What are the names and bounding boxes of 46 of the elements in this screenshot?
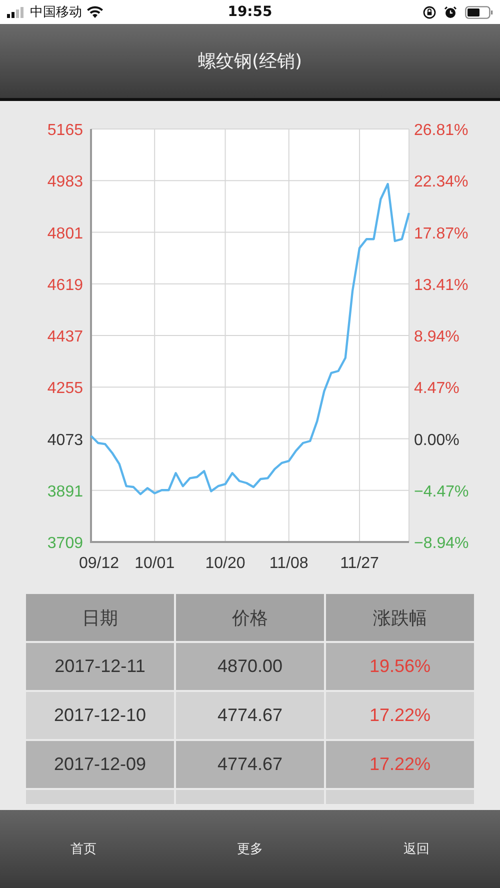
axis-label: 26.81% bbox=[414, 122, 468, 139]
table-cell: 4774.67 bbox=[176, 741, 324, 788]
nav-button[interactable]: 更多 bbox=[236, 840, 263, 858]
table-cell: 4870.00 bbox=[176, 643, 324, 690]
table-cell: 2017-12-11 bbox=[26, 643, 174, 690]
axis-label: 22.34% bbox=[414, 174, 468, 191]
axis-label: 11/08 bbox=[269, 555, 308, 572]
alarm-icon bbox=[444, 6, 457, 18]
battery-icon bbox=[464, 6, 493, 18]
column-header: 涨跌幅 bbox=[326, 594, 474, 641]
table-cell: 17.22% bbox=[326, 692, 474, 739]
axis-label: 11/27 bbox=[340, 555, 379, 572]
axis-label: 10/20 bbox=[205, 555, 246, 572]
axis-label: 4073 bbox=[47, 432, 83, 449]
table-cell: 4774.67 bbox=[176, 692, 324, 739]
axis-label: 4619 bbox=[47, 276, 83, 294]
column-header: 价格 bbox=[176, 594, 324, 641]
table-cell: 2017-12-09 bbox=[26, 741, 174, 788]
wifi-icon bbox=[87, 6, 103, 18]
nav-button[interactable]: 首页 bbox=[70, 840, 96, 858]
carrier-name: 中国移动 bbox=[30, 4, 82, 21]
column-header: 日期 bbox=[26, 594, 174, 641]
axis-label: 13.41% bbox=[414, 276, 468, 294]
axis-label: 4255 bbox=[47, 380, 83, 398]
signal-icon bbox=[7, 6, 25, 18]
axis-label: 3891 bbox=[47, 483, 83, 500]
axis-label: 4437 bbox=[47, 328, 83, 346]
axis-label: −4.47% bbox=[414, 483, 469, 500]
axis-label: 0.00% bbox=[414, 432, 460, 449]
status-time: 19:55 bbox=[228, 4, 272, 20]
axis-label: 5165 bbox=[47, 122, 83, 139]
table-cell: 17.22% bbox=[326, 741, 474, 788]
table-cell: 19.56% bbox=[326, 643, 474, 690]
rotation-lock-icon bbox=[422, 6, 436, 18]
axis-label: 8.94% bbox=[414, 328, 460, 346]
axis-label: 10/01 bbox=[134, 555, 175, 572]
axis-label: 4.47% bbox=[414, 380, 460, 398]
page-title: 螺纹钢(经销) bbox=[198, 50, 302, 73]
axis-label: 09/12 bbox=[78, 555, 120, 572]
axis-label: 4983 bbox=[47, 174, 83, 191]
axis-label: −8.94% bbox=[414, 535, 469, 552]
nav-button[interactable]: 返回 bbox=[404, 840, 430, 858]
axis-label: 3709 bbox=[47, 535, 83, 552]
axis-label: 4801 bbox=[47, 225, 83, 242]
table-cell: 2017-12-10 bbox=[26, 692, 174, 739]
axis-label: 17.87% bbox=[414, 225, 468, 242]
